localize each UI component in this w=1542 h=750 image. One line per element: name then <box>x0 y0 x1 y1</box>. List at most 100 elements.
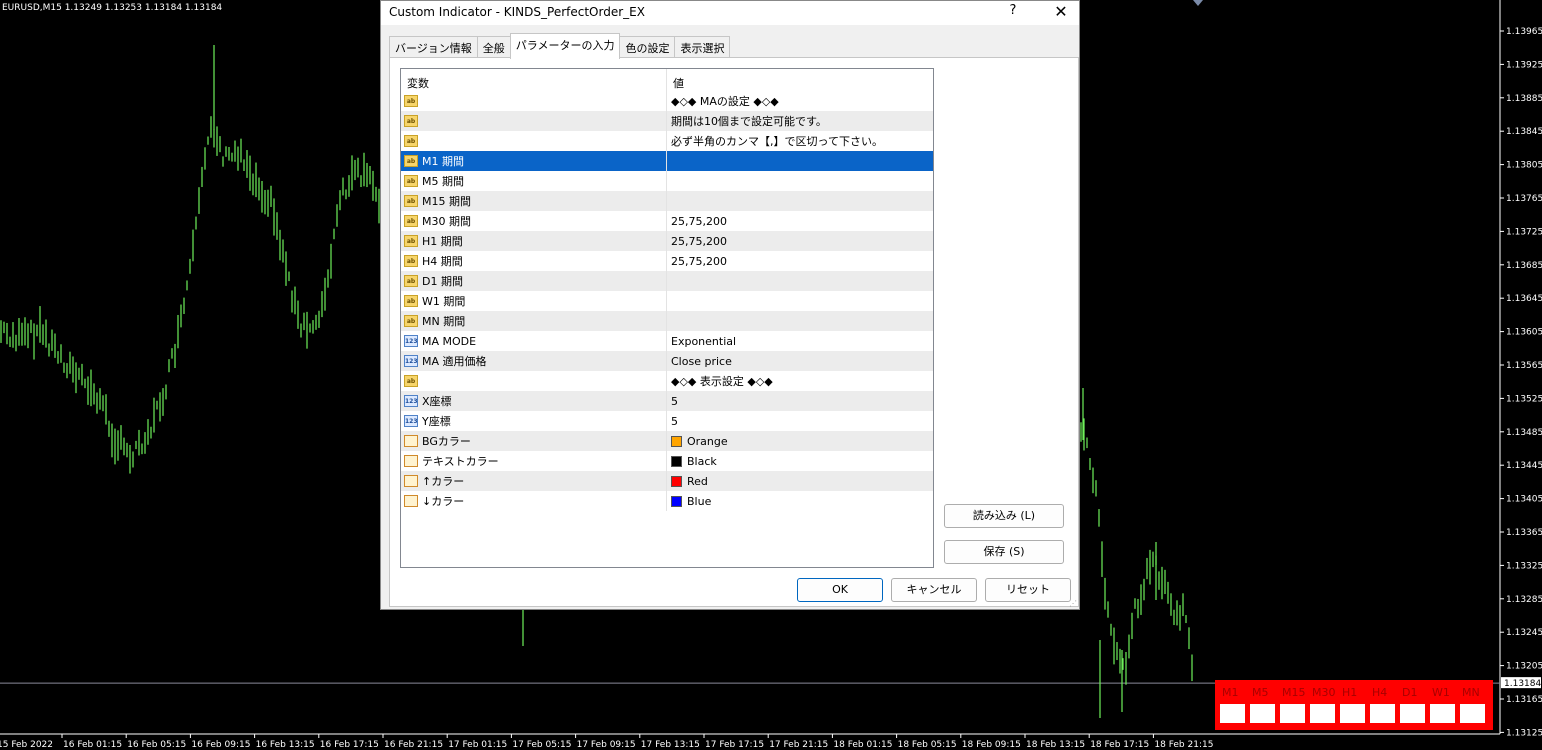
parameter-name: M5 期間 <box>422 175 464 188</box>
parameter-value-cell[interactable]: 必ず半角のカンマ【,】で区切って下さい。 <box>667 131 933 151</box>
string-type-icon: ab <box>404 175 418 187</box>
time-tick-label: 17 Feb 13:15 <box>641 740 700 750</box>
chart-shift-marker-icon <box>1193 0 1203 6</box>
parameter-row[interactable]: ab D1 期間 <box>401 271 933 291</box>
parameter-value-cell[interactable]: 25,75,200 <box>667 211 933 231</box>
timeframe-label-mn: MN <box>1462 686 1480 699</box>
number-type-icon: 123 <box>404 395 418 407</box>
parameter-row[interactable]: ab M15 期間 <box>401 191 933 211</box>
parameter-value-cell[interactable]: ◆◇◆ MAの設定 ◆◇◆ <box>667 91 933 111</box>
timeframe-status-cell <box>1310 704 1335 723</box>
dialog-titlebar: Custom Indicator - KINDS_PerfectOrder_EX… <box>381 1 1079 25</box>
price-tick-label: 1.13405 <box>1506 495 1542 505</box>
parameter-name: W1 期間 <box>422 295 466 308</box>
parameter-value-cell[interactable] <box>667 291 933 311</box>
timeframe-status-cell <box>1340 704 1365 723</box>
parameter-value-cell[interactable] <box>667 171 933 191</box>
save-button[interactable]: 保存 (S) <box>944 540 1064 564</box>
parameter-row[interactable]: テキストカラー Black <box>401 451 933 471</box>
string-type-icon: ab <box>404 115 418 127</box>
timeframe-status-cell <box>1250 704 1275 723</box>
string-type-icon: ab <box>404 275 418 287</box>
parameter-name-cell: ↓カラー <box>401 491 667 511</box>
parameter-row[interactable]: ab 必ず半角のカンマ【,】で区切って下さい。 <box>401 131 933 151</box>
parameter-value: 25,75,200 <box>671 234 727 248</box>
parameter-row[interactable]: ab M5 期間 <box>401 171 933 191</box>
parameter-value-cell[interactable]: 25,75,200 <box>667 251 933 271</box>
load-button[interactable]: 読み込み (L) <box>944 504 1064 528</box>
parameter-value-cell[interactable]: Blue <box>667 491 933 511</box>
parameter-value-cell[interactable] <box>667 151 933 171</box>
parameter-name-cell: ab <box>401 111 667 131</box>
parameter-value: 必ず半角のカンマ【,】で区切って下さい。 <box>671 135 883 148</box>
parameter-value: ◆◇◆ 表示設定 ◆◇◆ <box>671 375 773 388</box>
parameter-row[interactable]: ab ◆◇◆ MAの設定 ◆◇◆ <box>401 91 933 111</box>
parameter-value-cell[interactable]: Red <box>667 471 933 491</box>
parameter-name-cell: ab <box>401 91 667 111</box>
parameter-row[interactable]: ab M1 期間 <box>401 151 933 171</box>
parameter-value-cell[interactable]: Black <box>667 451 933 471</box>
parameter-name-cell: 123 Y座標 <box>401 411 667 431</box>
ok-button[interactable]: OK <box>797 578 883 602</box>
parameter-value-cell[interactable]: ◆◇◆ 表示設定 ◆◇◆ <box>667 371 933 391</box>
price-tick-label: 1.13765 <box>1506 194 1542 204</box>
tab-0[interactable]: バージョン情報 <box>389 36 478 59</box>
parameter-name: BGカラー <box>422 435 471 448</box>
parameter-value-cell[interactable] <box>667 271 933 291</box>
price-tick-label: 1.13725 <box>1506 227 1542 237</box>
parameter-value-cell[interactable]: Exponential <box>667 331 933 351</box>
parameter-row[interactable]: ab H4 期間 25,75,200 <box>401 251 933 271</box>
parameter-value-cell[interactable]: Close price <box>667 351 933 371</box>
number-type-icon: 123 <box>404 415 418 427</box>
color-swatch <box>671 435 682 447</box>
reset-button[interactable]: リセット <box>985 578 1071 602</box>
time-tick-label: 16 Feb 13:15 <box>256 740 315 750</box>
parameter-row[interactable]: 123 X座標 5 <box>401 391 933 411</box>
parameter-name: H1 期間 <box>422 235 463 248</box>
parameter-row[interactable]: 123 Y座標 5 <box>401 411 933 431</box>
help-button[interactable]: ? <box>1001 3 1025 23</box>
resize-grip-icon[interactable]: ⋰ <box>1069 599 1077 608</box>
parameter-value-cell[interactable]: 5 <box>667 391 933 411</box>
parameter-value-cell[interactable]: Orange <box>667 431 933 451</box>
tab-3[interactable]: 色の設定 <box>619 36 676 59</box>
parameter-row[interactable]: ab M30 期間 25,75,200 <box>401 211 933 231</box>
parameter-value-cell[interactable] <box>667 191 933 211</box>
parameter-row[interactable]: ↓カラー Blue <box>401 491 933 511</box>
parameter-name-cell: ab MN 期間 <box>401 311 667 331</box>
parameter-row[interactable]: 123 MA 適用価格 Close price <box>401 351 933 371</box>
time-tick-label: 18 Feb 09:15 <box>962 740 1021 750</box>
parameter-value-cell[interactable]: 5 <box>667 411 933 431</box>
parameter-name: M15 期間 <box>422 195 471 208</box>
parameter-row[interactable]: ab ◆◇◆ 表示設定 ◆◇◆ <box>401 371 933 391</box>
parameter-value-cell[interactable] <box>667 311 933 331</box>
color-type-icon <box>404 495 418 507</box>
timeframe-label-h4: H4 <box>1372 686 1388 699</box>
timeframe-status-cell <box>1430 704 1455 723</box>
parameter-value-cell[interactable]: 25,75,200 <box>667 231 933 251</box>
parameter-row[interactable]: ab H1 期間 25,75,200 <box>401 231 933 251</box>
dialog-tabs: バージョン情報 全般 パラメーターの入力 色の設定 表示選択 <box>389 33 731 59</box>
tab-4[interactable]: 表示選択 <box>674 36 731 59</box>
timeframe-status-cell <box>1370 704 1395 723</box>
parameter-name: ↑カラー <box>422 475 465 488</box>
parameter-row[interactable]: 123 MA MODE Exponential <box>401 331 933 351</box>
parameter-row[interactable]: ab 期間は10個まで設定可能です。 <box>401 111 933 131</box>
tab-2[interactable]: パラメーターの入力 <box>509 33 621 59</box>
parameter-row[interactable]: ab W1 期間 <box>401 291 933 311</box>
close-icon[interactable]: ✕ <box>1049 2 1073 22</box>
parameter-row[interactable]: ↑カラー Red <box>401 471 933 491</box>
number-type-icon: 123 <box>404 335 418 347</box>
color-type-icon <box>404 455 418 467</box>
price-tick-label: 1.13325 <box>1506 561 1542 571</box>
color-type-icon <box>404 435 418 447</box>
price-tick-label: 1.13485 <box>1506 428 1542 438</box>
parameter-row[interactable]: ab MN 期間 <box>401 311 933 331</box>
parameter-name: テキストカラー <box>422 455 499 468</box>
time-tick-label: 18 Feb 17:15 <box>1090 740 1149 750</box>
cancel-button[interactable]: キャンセル <box>891 578 977 602</box>
parameter-row[interactable]: BGカラー Orange <box>401 431 933 451</box>
parameter-value-cell[interactable]: 期間は10個まで設定可能です。 <box>667 111 933 131</box>
time-tick-label: 18 Feb 05:15 <box>898 740 957 750</box>
tab-1[interactable]: 全般 <box>476 36 511 59</box>
